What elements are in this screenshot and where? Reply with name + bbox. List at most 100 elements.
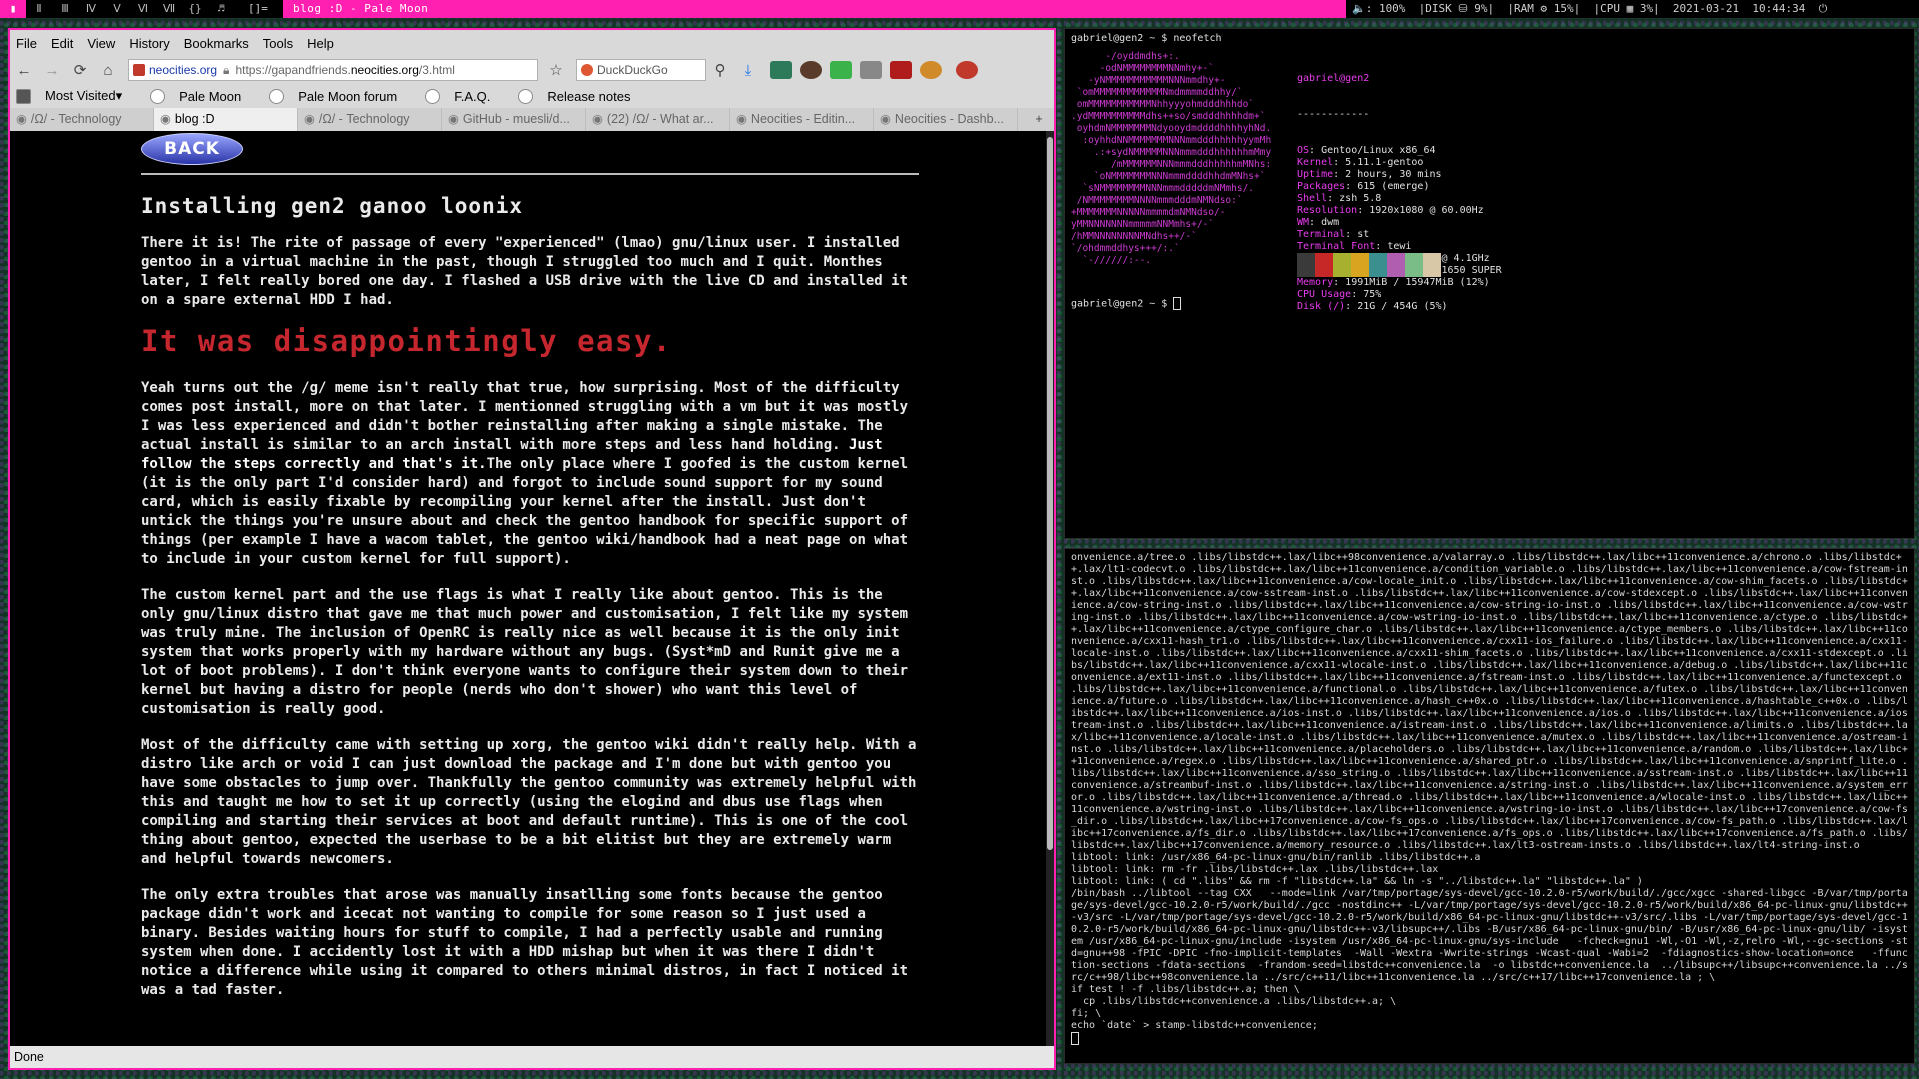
site-identity[interactable]: neocities.org (149, 63, 217, 77)
workspace-tag[interactable]: {} (182, 0, 208, 18)
scrollbar-thumb[interactable] (1047, 137, 1053, 850)
bookmark-icon (425, 88, 441, 104)
info-separator: ------------ (1297, 109, 1370, 120)
tab[interactable]: ◉ blog :D (154, 108, 298, 131)
menu-bar: File Edit View History Bookmarks Tools Help (10, 30, 1054, 56)
info-line: Terminal: st (1297, 229, 1370, 240)
forward-button[interactable]: → (38, 62, 66, 79)
extension-filter-icon[interactable] (860, 61, 882, 79)
download-icon[interactable]: ⤓ (734, 62, 762, 79)
tab[interactable]: ◉/Ω/ - Technology (10, 108, 154, 131)
color-swatch (1423, 253, 1441, 277)
tab[interactable]: ◉ Neocities - Dashb... (874, 108, 1018, 131)
reload-button[interactable]: ⟳ (66, 61, 94, 79)
page-title: Installing gen2 ganoo loonix (141, 194, 524, 218)
workspace-tag[interactable]: ▮ (0, 0, 26, 18)
menu-bookmarks[interactable]: Bookmarks (184, 36, 249, 51)
tab[interactable]: ◉ Neocities - Editin... (730, 108, 874, 131)
terminal-command-line: gabriel@gen2 ~ $ neofetch (1071, 33, 1222, 44)
bookmark-label: Most Visited▾ (45, 88, 123, 103)
bookmark-icon (269, 88, 285, 104)
tab-strip: ◉/Ω/ - Technology ◉ blog :D ◉/Ω/ - Technolo… (10, 108, 1054, 131)
bookmark-star-icon[interactable]: ☆ (542, 61, 570, 79)
page-scrollbar[interactable] (1046, 131, 1054, 1046)
extension-ball-icon[interactable] (800, 61, 822, 79)
menu-help[interactable]: Help (307, 36, 334, 51)
bookmarks-toolbar: Most Visited▾ Pale Moon Pale Moon forum F.A… (10, 84, 1054, 108)
ublock-icon[interactable] (890, 61, 912, 79)
info-line: Resolution: 1920x1080 @ 60.00Hz (1297, 205, 1484, 216)
bookmark-item[interactable]: F.A.Q. (425, 88, 504, 104)
tab-label: GitHub - muesli/d... (462, 112, 570, 126)
color-swatch (1387, 253, 1405, 277)
extension-h-icon[interactable] (770, 61, 792, 79)
color-swatch (1369, 253, 1387, 277)
user-host: gabriel@gen2 (1297, 73, 1370, 84)
workspace-tag[interactable]: Ⅳ (78, 0, 104, 18)
search-box[interactable]: DuckDuckGo (576, 59, 706, 81)
tab[interactable]: ◉ GitHub - muesli/d... (442, 108, 586, 131)
back-button[interactable]: ← (10, 62, 38, 79)
bookmark-item[interactable]: Release notes (518, 88, 644, 104)
url-bar[interactable]: neocities.org 🔒︎ https://gapandfriends.n… (128, 59, 538, 81)
color-swatch (1351, 253, 1369, 277)
terminal-prompt[interactable]: gabriel@gen2 ~ $ (1071, 297, 1182, 311)
extension-red-icon[interactable] (956, 61, 978, 79)
bookmark-label: Release notes (547, 88, 631, 104)
back-link-button[interactable]: BACK (141, 133, 243, 165)
tab-favicon-icon: ◉ (160, 112, 171, 126)
layout-indicator[interactable]: []= (248, 0, 268, 18)
tab-favicon-icon: ◉ (880, 112, 891, 126)
menu-edit[interactable]: Edit (51, 36, 73, 51)
bookmark-label: F.A.Q. (454, 88, 491, 104)
section-heading: It was disappointingly easy. (141, 324, 672, 358)
status-bar: Done (10, 1046, 1054, 1068)
workspace-tag[interactable]: Ⅶ (156, 0, 182, 18)
terminal-build-output[interactable]: onvenience.a/tree.o .libs/libstdc++.lax/… (1064, 548, 1915, 1064)
extension-sheet-icon[interactable] (830, 61, 852, 79)
folder-icon (16, 88, 31, 104)
browser-window: File Edit View History Bookmarks Tools Help ← … (8, 28, 1056, 1070)
tab[interactable]: ◉ (22) /Ω/ - What ar... (586, 108, 730, 131)
top-status-bar: ▮ Ⅱ Ⅲ Ⅳ Ⅴ Ⅵ Ⅶ{} ♬ []= blog :D - Pale Moon 🔈: 10… (0, 0, 1919, 18)
info-line: Uptime: 2 hours, 30 mins (1297, 169, 1442, 180)
tab-label: Neocities - Dashb... (894, 112, 1004, 126)
new-tab-button[interactable]: + (1024, 108, 1054, 131)
terminal-neofetch[interactable]: gabriel@gen2 ~ $ neofetch -/oyddmdhs+:. … (1064, 28, 1915, 539)
workspace-tag[interactable]: Ⅴ (104, 0, 130, 18)
info-line: WM: dwm (1297, 217, 1340, 228)
workspace-tag[interactable]: ♬ (208, 0, 234, 18)
url-text[interactable]: https://gapandfriends.neocities.org/3.ht… (235, 63, 454, 77)
page-viewport: BACK Installing gen2 ganoo loonix There … (10, 131, 1046, 1046)
tab-favicon-icon: ◉ (304, 112, 315, 126)
bookmark-item[interactable]: Most Visited▾ (16, 88, 136, 104)
menu-file[interactable]: File (16, 36, 37, 51)
tab-favicon-icon: ◉ (448, 112, 459, 126)
tab-label: blog :D (174, 112, 215, 126)
build-output-text: onvenience.a/tree.o .libs/libstdc++.lax/… (1071, 552, 1908, 1031)
tab-label: (22) /Ω/ - What ar... (606, 112, 714, 126)
bookmark-item[interactable]: Pale Moon forum (269, 88, 411, 104)
workspace-tag[interactable]: Ⅲ (52, 0, 78, 18)
info-lines: OS: Gentoo/Linux x86_64 Kernel: 5.11.1-ge… (1297, 145, 1502, 313)
tab[interactable]: ◉/Ω/ - Technology (298, 108, 442, 131)
paragraph-xorg: Most of the difficulty came with setting… (141, 737, 917, 867)
bookmark-label: Pale Moon forum (298, 88, 398, 104)
info-line: OS: Gentoo/Linux x86_64 (1297, 145, 1436, 156)
tab-favicon-icon: ◉ (16, 112, 27, 126)
tab-label: /Ω/ - Technology (318, 112, 410, 126)
search-icon[interactable]: ⚲ (706, 61, 734, 79)
info-line: Packages: 615 (emerge) (1297, 181, 1430, 192)
workspace-tag[interactable]: Ⅵ (130, 0, 156, 18)
bookmark-item[interactable]: Pale Moon (150, 88, 255, 104)
home-button[interactable]: ⌂ (94, 62, 122, 79)
menu-history[interactable]: History (129, 36, 169, 51)
info-line: Kernel: 5.11.1-gentoo (1297, 157, 1424, 168)
info-line: Disk (/): 21G / 454G (5%) (1297, 301, 1448, 312)
menu-view[interactable]: View (87, 36, 115, 51)
menu-tools[interactable]: Tools (263, 36, 293, 51)
extension-face-icon[interactable] (920, 61, 942, 79)
workspace-tag[interactable]: Ⅱ (26, 0, 52, 18)
tab-favicon-icon: ◉ (736, 112, 747, 126)
gentoo-logo-ascii-art: -/oyddmdhs+:. -odNMMMMMMMMNNmhy+-` -yNMM… (1071, 51, 1272, 266)
